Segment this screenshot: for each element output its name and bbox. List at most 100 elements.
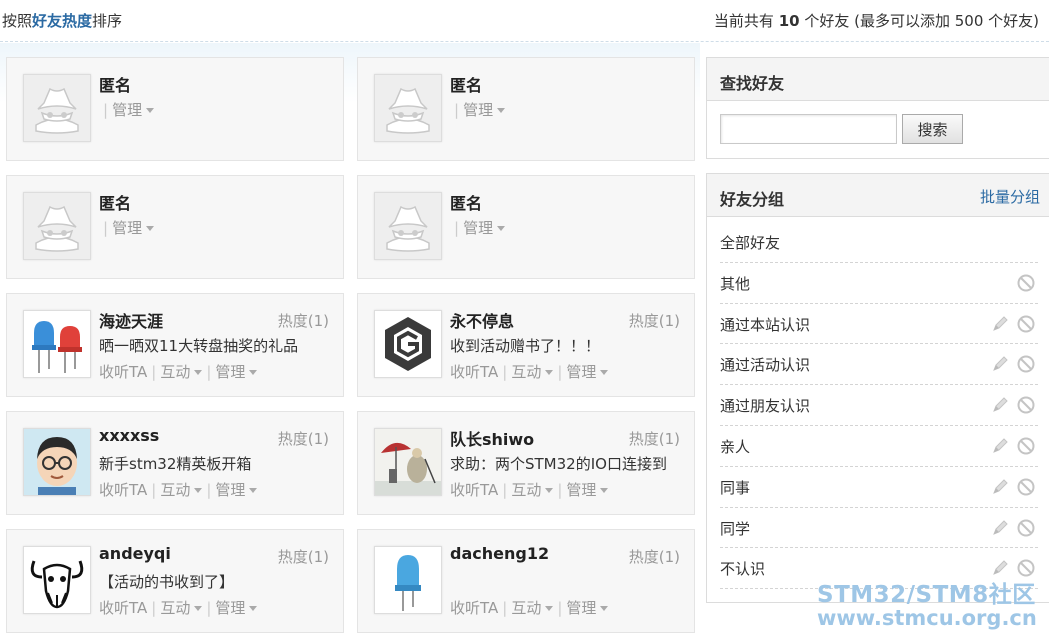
friend-card: dacheng12 热度(1) 收听TA | 互动 | 管理 — [357, 529, 695, 633]
avatar-gnu-icon[interactable] — [23, 546, 91, 614]
friend-actions: 收听TA | 互动 | 管理 — [450, 479, 609, 500]
friend-count: 当前共有 10 个好友 (最多可以添加 500 个好友) — [713, 12, 1039, 30]
friend-name[interactable]: 匿名 — [450, 72, 482, 96]
group-label[interactable]: 通过朋友认识 — [720, 395, 810, 416]
listen-link[interactable]: 收听TA — [99, 599, 147, 617]
avatar-anonymous-icon[interactable] — [374, 74, 442, 142]
separator: | — [454, 219, 460, 237]
manage-dropdown[interactable]: 管理 — [215, 599, 258, 617]
group-actions — [988, 558, 1038, 578]
site-watermark: STM32/STM8社区 www.stmcu.org.cn — [817, 583, 1037, 629]
group-item[interactable]: 同事 — [720, 467, 1038, 508]
interact-dropdown[interactable]: 互动 — [511, 599, 554, 617]
listen-link[interactable]: 收听TA — [99, 481, 147, 499]
chevron-down-icon — [497, 108, 506, 113]
friend-heat: 热度(1) — [277, 430, 329, 448]
listen-link[interactable]: 收听TA — [450, 363, 498, 381]
manage-dropdown[interactable]: 管理 — [215, 363, 258, 381]
listen-link[interactable]: 收听TA — [99, 363, 147, 381]
avatar-anonymous-icon[interactable] — [23, 192, 91, 260]
avatar-blue-led-icon[interactable] — [374, 546, 442, 614]
friend-name[interactable]: 海迹天涯 — [99, 308, 163, 332]
manage-dropdown[interactable]: 管理 — [112, 101, 155, 119]
interact-dropdown[interactable]: 互动 — [160, 599, 203, 617]
group-label[interactable]: 亲人 — [720, 436, 750, 457]
manage-dropdown[interactable]: 管理 — [463, 219, 506, 237]
manage-dropdown[interactable]: 管理 — [112, 219, 155, 237]
manage-label: 管理 — [566, 481, 597, 499]
friend-name[interactable]: 匿名 — [99, 72, 131, 96]
group-label[interactable]: 全部好友 — [720, 232, 780, 253]
group-item[interactable]: 通过朋友认识 — [720, 385, 1038, 426]
listen-link[interactable]: 收听TA — [450, 599, 498, 617]
interact-dropdown[interactable]: 互动 — [160, 481, 203, 499]
manage-label: 管理 — [112, 219, 143, 237]
friend-status[interactable]: 【活动的书收到了】 — [99, 571, 234, 592]
group-item[interactable]: 同学 — [720, 508, 1038, 549]
group-actions — [988, 354, 1038, 374]
interact-label: 互动 — [511, 481, 542, 499]
friend-status[interactable]: 新手stm32精英板开箱 — [99, 453, 251, 474]
friend-name[interactable]: andeyqi — [99, 544, 171, 563]
avatar-anonymous-icon[interactable] — [374, 192, 442, 260]
interact-label: 互动 — [511, 599, 542, 617]
listen-link[interactable]: 收听TA — [450, 481, 498, 499]
avatar-umbrella-scene-icon[interactable] — [374, 428, 442, 496]
manage-dropdown[interactable]: 管理 — [215, 481, 258, 499]
avatar-led-pair-icon[interactable] — [23, 310, 91, 378]
group-item[interactable]: 全部好友 — [720, 222, 1038, 263]
manage-dropdown[interactable]: 管理 — [566, 481, 609, 499]
search-input[interactable] — [720, 114, 897, 144]
chevron-down-icon — [249, 606, 258, 611]
group-item[interactable]: 通过活动认识 — [720, 344, 1038, 386]
separator: | — [502, 599, 508, 617]
friend-name[interactable]: dacheng12 — [450, 544, 549, 563]
group-label[interactable]: 不认识 — [720, 558, 765, 579]
group-item[interactable]: 其他 — [720, 263, 1038, 304]
separator: | — [103, 219, 109, 237]
friend-name[interactable]: 匿名 — [99, 190, 131, 214]
search-panel: 查找好友 搜索 — [706, 57, 1049, 159]
manage-dropdown[interactable]: 管理 — [566, 363, 609, 381]
group-label[interactable]: 同事 — [720, 477, 750, 498]
friend-name[interactable]: 永不停息 — [450, 308, 514, 332]
avatar-anonymous-icon[interactable] — [23, 74, 91, 142]
friend-status[interactable]: 求助：两个STM32的IO口连接到 — [450, 453, 667, 474]
friend-actions: | 管理 — [99, 217, 155, 238]
sort-key-link[interactable]: 好友热度 — [32, 12, 92, 30]
avatar-g-logo-icon[interactable] — [374, 310, 442, 378]
friend-actions: 收听TA | 互动 | 管理 — [450, 361, 609, 382]
search-button[interactable]: 搜索 — [902, 114, 963, 144]
friend-name[interactable]: xxxxss — [99, 426, 159, 445]
chevron-down-icon — [194, 606, 203, 611]
avatar-cartoon-face-icon[interactable] — [23, 428, 91, 496]
separator: | — [557, 481, 563, 499]
friend-card: 永不停息 热度(1) 收到活动赠书了！！！ 收听TA | 互动 | 管理 — [357, 293, 695, 397]
chevron-down-icon — [194, 488, 203, 493]
friend-status[interactable]: 收到活动赠书了！！！ — [450, 335, 600, 356]
friend-heat: 热度(1) — [277, 548, 329, 566]
separator: | — [557, 599, 563, 617]
friend-name[interactable]: 匿名 — [450, 190, 482, 214]
friend-status[interactable]: 晒一晒双11大转盘抽奖的礼品 — [99, 335, 298, 356]
group-label[interactable]: 其他 — [720, 273, 750, 294]
friend-name[interactable]: 队长shiwo — [450, 426, 534, 450]
interact-dropdown[interactable]: 互动 — [511, 481, 554, 499]
group-item[interactable]: 通过本站认识 — [720, 304, 1038, 345]
manage-label: 管理 — [215, 599, 246, 617]
batch-group-link[interactable]: 批量分组 — [980, 186, 1040, 207]
manage-dropdown[interactable]: 管理 — [566, 599, 609, 617]
interact-dropdown[interactable]: 互动 — [511, 363, 554, 381]
group-label[interactable]: 同学 — [720, 518, 750, 539]
separator: | — [206, 481, 212, 499]
friend-heat: 热度(1) — [628, 312, 680, 330]
chevron-down-icon — [600, 606, 609, 611]
chevron-down-icon — [249, 370, 258, 375]
group-item[interactable]: 亲人 — [720, 426, 1038, 467]
manage-dropdown[interactable]: 管理 — [463, 101, 506, 119]
interact-dropdown[interactable]: 互动 — [160, 363, 203, 381]
group-label[interactable]: 通过活动认识 — [720, 354, 810, 375]
friend-heat: 热度(1) — [277, 312, 329, 330]
group-label[interactable]: 通过本站认识 — [720, 314, 810, 335]
separator: | — [151, 599, 157, 617]
